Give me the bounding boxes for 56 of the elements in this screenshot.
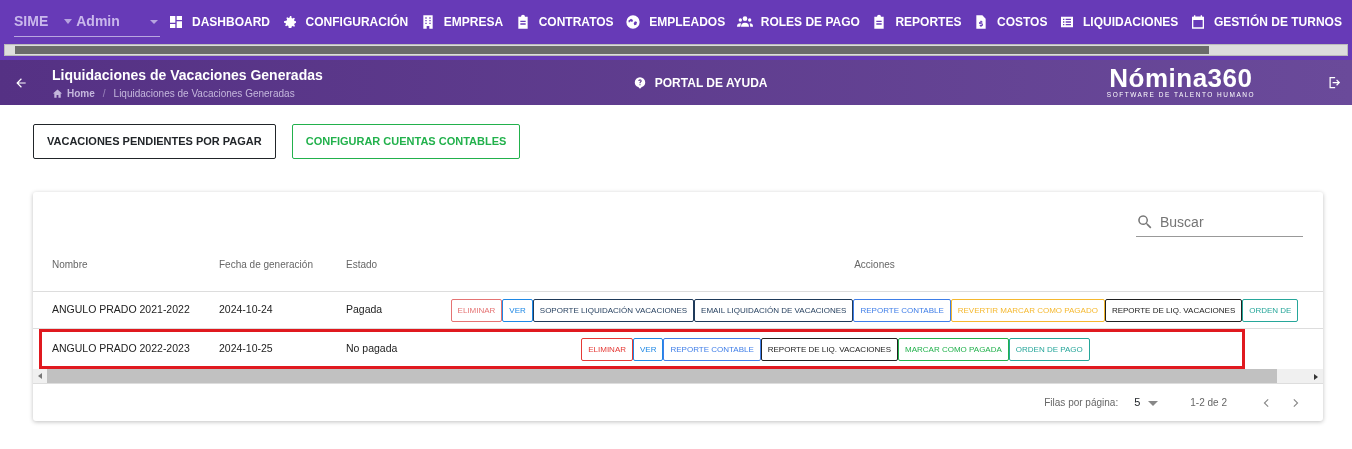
breadcrumb-current: Liquidaciones de Vacaciones Generadas <box>113 86 295 101</box>
menu-item[interactable]: GESTIÓN DE TURNOS <box>1189 13 1342 31</box>
breadcrumb-link[interactable]: Home <box>52 85 95 101</box>
table-cell-text: ANGULO PRADO 2022-2023 <box>52 341 191 357</box>
globe-icon <box>625 14 642 30</box>
action-button[interactable]: REPORTE CONTABLE <box>663 337 761 361</box>
action-button[interactable]: VER <box>502 298 533 322</box>
menu-item[interactable]: EMPLEADOS <box>625 13 726 31</box>
user-selector[interactable]: Admin <box>64 11 120 32</box>
action-button[interactable]: REPORTE CONTABLE <box>853 298 951 322</box>
menu-item[interactable]: ROLES DE PAGO <box>736 13 860 31</box>
caret-icon <box>64 19 73 24</box>
table-cell-text: 2024-10-25 <box>219 341 274 357</box>
menu-item[interactable]: CONTRATOS <box>514 13 614 31</box>
people-icon <box>736 14 753 30</box>
menu-item[interactable]: DASHBOARD <box>168 13 270 31</box>
column-header: Estado <box>346 257 379 272</box>
action-button[interactable]: VER <box>633 337 664 361</box>
rows-per-page-label: Filas por página: <box>1044 396 1119 410</box>
toolbar-button[interactable]: VACACIONES PENDIENTES POR PAGAR <box>33 124 276 159</box>
column-header: Fecha de generación <box>219 257 314 272</box>
table-cell-text: Pagada <box>346 302 384 318</box>
menu-item[interactable]: CONFIGURACIÓN <box>281 13 409 31</box>
action-button[interactable]: REPORTE DE LIQ. VACACIONES <box>760 337 899 361</box>
action-button[interactable]: REPORTE DE LIQ. VACACIONES <box>1104 298 1243 322</box>
question-icon <box>632 75 647 90</box>
horizontal-scrollbar[interactable] <box>33 369 1323 383</box>
calendar-icon <box>1189 14 1206 30</box>
page-title: Liquidaciones de Vacaciones Generadas <box>52 65 323 85</box>
menu-item[interactable]: COSTOS <box>973 13 1048 31</box>
table-cell-text: ANGULO PRADO 2021-2022 <box>52 302 191 318</box>
page-range: 1-2 de 2 <box>1190 396 1227 410</box>
column-header: Acciones <box>854 257 895 272</box>
search-icon <box>1136 213 1154 231</box>
horizontal-scrollbar[interactable] <box>4 44 1348 56</box>
list-icon <box>1059 14 1076 30</box>
logout-icon <box>1327 75 1342 90</box>
logo: Nómina360 <box>1109 65 1253 90</box>
menu-item[interactable]: LIQUIDACIONES <box>1059 13 1179 31</box>
menu-item[interactable]: REPORTES <box>871 13 962 31</box>
invoice-icon <box>973 14 989 30</box>
home-icon <box>52 87 63 99</box>
table-cell-text: No pagada <box>346 341 399 357</box>
table-cell-text: 2024-10-24 <box>219 302 274 318</box>
dashboard-icon <box>168 14 184 30</box>
action-button[interactable]: SOPORTE LIQUIDACIÓN VACACIONES <box>532 298 695 322</box>
rows-per-page-select[interactable]: 5 <box>1134 394 1159 411</box>
company-name: SIME <box>14 12 49 31</box>
help-portal-link[interactable]: PORTAL DE AYUDA <box>632 73 768 92</box>
menu-item[interactable]: EMPRESA <box>419 13 504 31</box>
gear-icon <box>281 14 298 30</box>
action-button[interactable]: ELIMINAR <box>581 337 633 361</box>
column-header: Nombre <box>52 257 89 272</box>
caret-icon <box>1148 400 1159 406</box>
action-button[interactable]: EMAIL LIQUIDACIÓN DE VACACIONES <box>694 298 854 322</box>
breadcrumb-separator: / <box>102 86 106 101</box>
